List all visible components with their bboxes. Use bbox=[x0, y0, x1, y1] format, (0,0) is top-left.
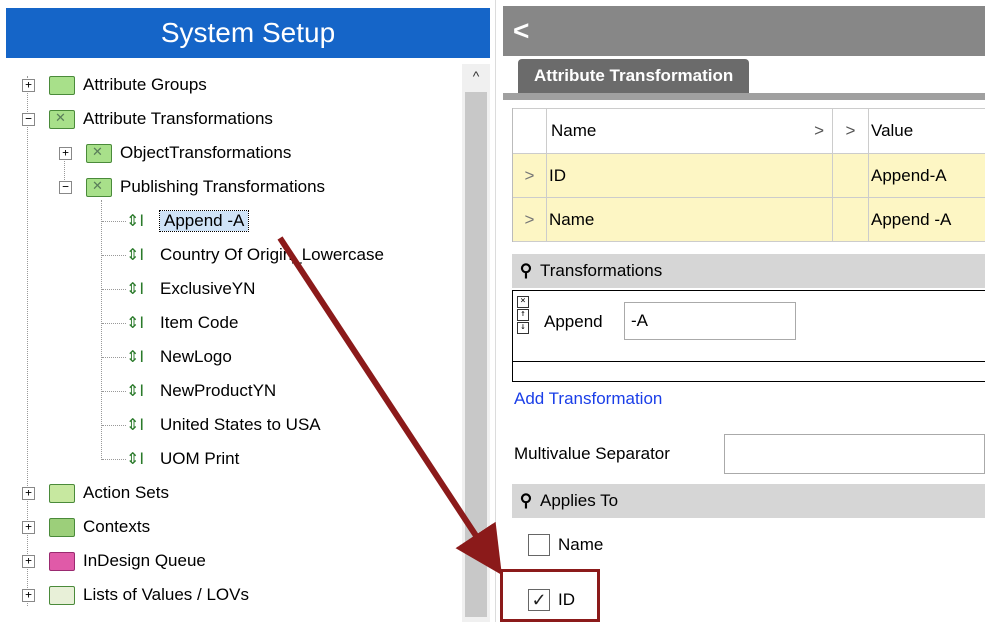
annotation-highlight-box bbox=[500, 569, 600, 622]
annotation-arrow bbox=[277, 236, 502, 576]
